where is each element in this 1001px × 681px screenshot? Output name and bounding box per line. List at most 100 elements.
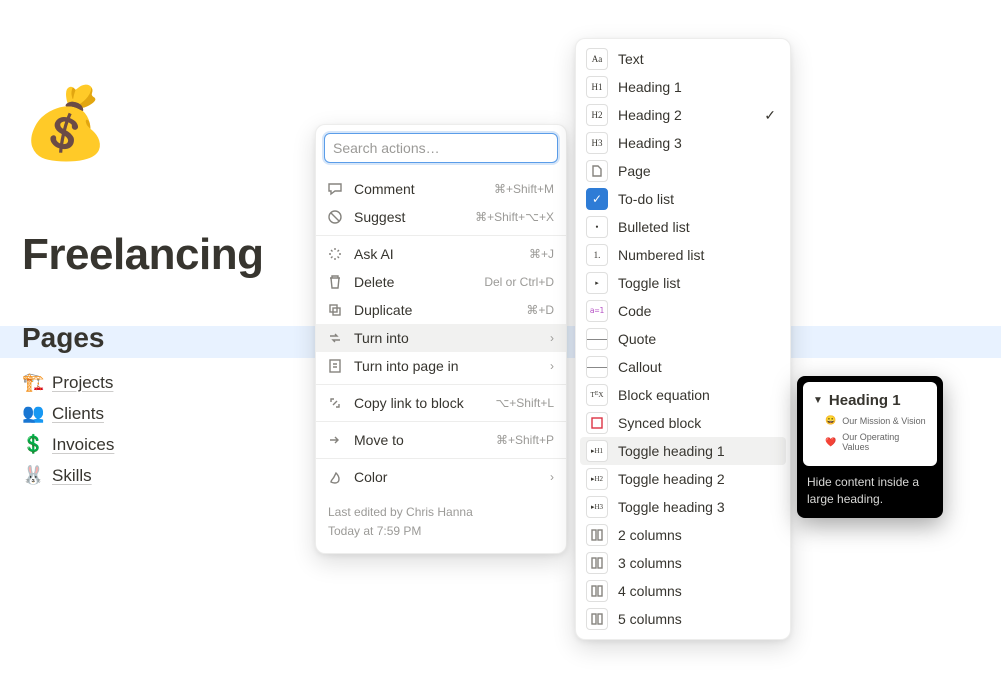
turn-into-label: Heading 2 [618,107,754,123]
menu-item-label: Delete [354,274,474,290]
turn-into-code[interactable]: a=1Code [580,297,786,325]
turn-into-toggle-heading-3[interactable]: ▸H3Toggle heading 3 [580,493,786,521]
page-link[interactable]: 🏗️Projects [22,372,114,393]
turn-into-text[interactable]: Aa Text [580,45,786,73]
menu-item-label: Suggest [354,209,465,225]
menu-item-copy-link-to-block[interactable]: Copy link to block⌥+Shift+L [316,389,566,417]
block-type-icon: H3 [586,132,608,154]
toggle-heading-tooltip: ▼ Heading 1 😀Our Mission & Vision❤️Our O… [797,376,943,518]
turn-into-bulleted-list[interactable]: • Bulleted list [580,213,786,241]
tooltip-preview-title: Heading 1 [829,392,901,409]
turn-into-label: Page [618,163,776,179]
menu-item-move-to[interactable]: Move to⌘+Shift+P [316,426,566,454]
action-search-wrap [316,125,566,171]
triangle-down-icon: ▼ [813,395,823,406]
turn-into-toggle-heading-1[interactable]: ▸H1Toggle heading 1 [580,437,786,465]
keyboard-shortcut: ⌘+D [526,303,554,317]
turn-into-heading-3[interactable]: H3Heading 3 [580,129,786,157]
menu-item-turn-into[interactable]: Turn into › [316,324,566,352]
chevron-right-icon: › [550,359,554,373]
page-icon[interactable]: 💰 [22,88,109,158]
page-link-label: Projects [52,373,113,393]
menu-item-label: Move to [354,432,486,448]
page-title[interactable]: Freelancing [22,230,263,280]
turn-into-label: Bulleted list [618,219,776,235]
turn-into-label: 4 columns [618,583,776,599]
page-link-icon: 💲 [22,434,42,455]
menu-item-turn-into-page-in[interactable]: Turn into page in › [316,352,566,380]
page-root: 💰 Freelancing Pages 🏗️Projects 👥 Clients 💲I… [0,0,1001,681]
turn-into-to-do-list[interactable]: ✓To-do list [580,185,786,213]
turn-into-label: To-do list [618,191,776,207]
turn-into-block-equation[interactable]: TEXBlock equation [580,381,786,409]
block-type-icon: H2 [586,104,608,126]
menu-item-ask-ai[interactable]: Ask AI ⌘+J [316,240,566,268]
menu-item-comment[interactable]: Comment⌘+Shift+M [316,175,566,203]
page-link-label: Clients [52,404,104,424]
comment-icon [326,180,344,198]
turn-into-label: Text [618,51,776,67]
turn-into-label: Toggle heading 2 [618,471,776,487]
turn-into-heading-2[interactable]: H2Heading 2✓ [580,101,786,129]
last-edited-by: Last edited by Chris Hanna [328,503,554,522]
turn-into-3-columns[interactable]: 3 columns [580,549,786,577]
turn-into-5-columns[interactable]: 5 columns [580,605,786,633]
action-search-input[interactable] [324,133,558,163]
page-list: 🏗️Projects 👥 Clients 💲Invoices 🐰Skills [22,372,114,486]
chevron-right-icon: › [550,331,554,345]
keyboard-shortcut: ⌘+Shift+M [494,182,554,196]
menu-item-color[interactable]: Color› [316,463,566,491]
turn-into-4-columns[interactable]: 4 columns [580,577,786,605]
turn-into-label: 5 columns [618,611,776,627]
turn-into-2-columns[interactable]: 2 columns [580,521,786,549]
block-type-icon: H1 [586,76,608,98]
turn-into-page[interactable]: Page [580,157,786,185]
page-link[interactable]: 🐰Skills [22,465,114,486]
toggle-heading-icon: ▸H3 [586,496,608,518]
turn-into-label: Code [618,303,776,319]
page-link[interactable]: 👥 Clients [22,403,114,424]
keyboard-shortcut: Del or Ctrl+D [484,275,554,289]
columns-icon [586,608,608,630]
turn-into-label: Quote [618,331,776,347]
turn-into-label: Synced block [618,415,776,431]
columns-icon [586,552,608,574]
turn-into-synced-block[interactable]: Synced block [580,409,786,437]
turn-into-numbered-list[interactable]: 1.Numbered list [580,241,786,269]
turn-into-label: 3 columns [618,555,776,571]
menu-item-label: Duplicate [354,302,516,318]
turn-into-toggle-heading-2[interactable]: ▸H2Toggle heading 2 [580,465,786,493]
menu-item-suggest[interactable]: Suggest ⌘+Shift+⌥+X [316,203,566,231]
menu-item-label: Turn into [354,330,540,346]
turn-into-quote[interactable]: Quote [580,325,786,353]
tooltip-description: Hide content inside a large heading. [803,474,937,512]
turn-into-callout[interactable]: Callout [580,353,786,381]
tex-icon: TEX [586,384,608,406]
turn-into-label: Heading 1 [618,79,776,95]
tooltip-preview-row: ❤️Our Operating Values [813,432,927,452]
page-link[interactable]: 💲Invoices [22,434,114,455]
keyboard-shortcut: ⌥+Shift+L [495,396,554,410]
page-link-icon: 👥 [22,403,42,424]
section-header-pages: Pages [22,322,105,354]
keyboard-shortcut: ⌘+Shift+⌥+X [475,210,554,224]
columns-icon [586,524,608,546]
sync-icon [586,412,608,434]
block-type-icon: • [586,216,608,238]
menu-item-delete[interactable]: Delete Del or Ctrl+D [316,268,566,296]
block-type-icon: Aa [586,48,608,70]
menu-item-label: Color [354,469,540,485]
toggle-heading-icon: ▸ [586,272,608,294]
turninto-icon [326,329,344,347]
menu-item-label: Ask AI [354,246,519,262]
block-type-icon: 1. [586,244,608,266]
menu-footer: Last edited by Chris Hanna Today at 7:59… [316,495,566,553]
block-actions-menu: Comment⌘+Shift+M Suggest ⌘+Shift+⌥+X Ask AI… [315,124,567,554]
turn-into-toggle-list[interactable]: ▸Toggle list [580,269,786,297]
toggle-heading-icon: ▸H1 [586,440,608,462]
keyboard-shortcut: ⌘+J [529,247,554,261]
turn-into-heading-1[interactable]: H1 Heading 1 [580,73,786,101]
menu-item-duplicate[interactable]: Duplicate ⌘+D [316,296,566,324]
suggest-icon [326,208,344,226]
menu-item-label: Turn into page in [354,358,540,374]
